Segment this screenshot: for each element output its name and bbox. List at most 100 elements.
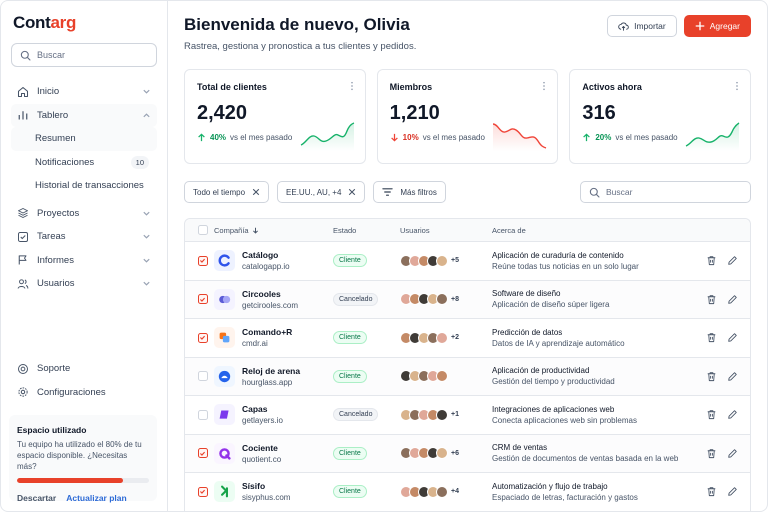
sidebar-item-home[interactable]: Inicio [11, 80, 157, 104]
avatar [436, 485, 448, 498]
sidebar-subitem-history[interactable]: Historial de transacciones [11, 174, 157, 198]
sidebar-item-settings[interactable]: Configuraciones [11, 381, 157, 405]
sidebar-item-label: Soporte [37, 363, 71, 375]
upgrade-plan-link[interactable]: Actualizar plan [66, 493, 126, 503]
close-icon[interactable] [252, 188, 260, 196]
filters-bar: Todo el tiempo EE.UU., AU, +4 Más filtro… [184, 181, 751, 203]
more-filters-button[interactable]: Más filtros [373, 181, 446, 203]
row-checkbox[interactable] [197, 371, 208, 382]
avatar [436, 331, 448, 344]
about-title: Software de diseño [492, 289, 561, 299]
edit-pencil-icon[interactable] [727, 409, 738, 420]
table-search-input[interactable]: Buscar [580, 181, 751, 203]
avatar-group: +5 [400, 254, 492, 267]
chevron-down-icon [143, 258, 150, 263]
more-vertical-icon[interactable] [734, 81, 740, 91]
status-badge: Cancelado [333, 408, 379, 422]
edit-pencil-icon[interactable] [727, 255, 738, 266]
sidebar-subitem-summary[interactable]: Resumen [11, 127, 157, 151]
status-badge: Cliente [333, 254, 367, 268]
life-buoy-icon [18, 363, 28, 374]
row-checkbox[interactable] [197, 332, 208, 343]
app-window: Cont arg Buscar Inicio Tablero Resumen No… [0, 0, 768, 512]
metric-title: Activos ahora [582, 82, 642, 92]
metric-title: Miembros [389, 82, 433, 92]
about-title: Aplicación de productividad [492, 366, 590, 376]
table-row[interactable]: Catálogo catalogapp.io Cliente +5 Aplica… [185, 242, 750, 281]
trash-icon[interactable] [706, 332, 717, 343]
filter-chip-time[interactable]: Todo el tiempo [184, 181, 270, 203]
sidebar-item-label: Inicio [37, 86, 60, 98]
trash-icon[interactable] [706, 255, 717, 266]
row-checkbox[interactable] [197, 255, 208, 266]
sidebar-search-input[interactable]: Buscar [11, 43, 157, 67]
filter-chip-label: Más filtros [400, 187, 437, 197]
table-row[interactable]: Reloj de arena hourglass.app Cliente Apl… [185, 357, 750, 396]
edit-pencil-icon[interactable] [727, 486, 738, 497]
edit-pencil-icon[interactable] [727, 448, 738, 459]
sidebar-item-users[interactable]: Usuarios [11, 272, 157, 296]
company-website: cmdr.ai [242, 339, 268, 349]
sidebar-nav: Inicio Tablero Resumen Notificaciones 10… [11, 80, 157, 296]
company-name: Cociente [242, 442, 278, 453]
select-all-checkbox[interactable] [197, 225, 208, 235]
status-badge: Cliente [333, 369, 367, 383]
sidebar-item-projects[interactable]: Proyectos [11, 202, 157, 226]
close-icon[interactable] [348, 188, 356, 196]
more-vertical-icon[interactable] [541, 81, 547, 91]
sidebar-item-label: Configuraciones [37, 386, 106, 398]
about-subtitle: Aplicación de diseño súper ligera [492, 300, 610, 310]
brand-logo[interactable]: Cont arg [11, 13, 157, 33]
sparkline-up [300, 122, 354, 151]
about-title: CRM de ventas [492, 443, 548, 453]
trash-icon[interactable] [706, 409, 717, 420]
sidebar-item-dashboard[interactable]: Tablero [11, 103, 157, 127]
table-row[interactable]: Cociente quotient.co Cliente +6 CRM de v… [185, 434, 750, 473]
trash-icon[interactable] [706, 294, 717, 305]
metric-card-active-now: Activos ahora 316 20% vs el mes pasado [569, 69, 752, 164]
metric-note: vs el mes pasado [422, 133, 485, 142]
row-checkbox[interactable] [197, 448, 208, 459]
trash-icon[interactable] [706, 371, 717, 382]
company-logo [214, 288, 235, 310]
check-icon [200, 489, 206, 495]
sidebar-subitem-notifications[interactable]: Notificaciones 10 [11, 151, 157, 175]
sidebar-item-tasks[interactable]: Tareas [11, 225, 157, 249]
table-row[interactable]: Circooles getcirooles.com Cancelado +8 S… [185, 280, 750, 319]
edit-pencil-icon[interactable] [727, 371, 738, 382]
metric-card-total-clients: Total de clientes 2,420 40% vs el mes pa… [184, 69, 366, 164]
chevron-up-icon [143, 113, 150, 118]
avatar [436, 254, 448, 267]
company-website: hourglass.app [242, 377, 293, 387]
sidebar-item-support[interactable]: Soporte [11, 357, 157, 381]
edit-pencil-icon[interactable] [727, 332, 738, 343]
bar-chart-icon [18, 111, 28, 120]
table-row[interactable]: Comando+R cmdr.ai Cliente +2 Predicción … [185, 319, 750, 358]
check-icon [200, 451, 206, 456]
row-checkbox[interactable] [197, 486, 208, 497]
about-title: Integraciones de aplicaciones web [492, 404, 615, 414]
about-subtitle: Conecta aplicaciones web sin problemas [492, 415, 637, 425]
sidebar-item-label: Resumen [35, 133, 76, 145]
company-logo [214, 481, 235, 503]
import-button[interactable]: Importar [607, 15, 677, 37]
sort-company-header[interactable]: Compañía [214, 226, 333, 235]
table-row[interactable]: Sísifo sisyphus.com Cliente +4 Automatiz… [185, 473, 750, 511]
more-vertical-icon[interactable] [349, 81, 355, 91]
sidebar-item-reports[interactable]: Informes [11, 249, 157, 273]
table-header: Compañía Estado Usuarios Acerca de [185, 219, 750, 242]
filter-chip-region[interactable]: EE.UU., AU, +4 [277, 181, 366, 203]
check-icon [200, 335, 206, 341]
notifications-count-badge: 10 [130, 155, 149, 169]
row-checkbox[interactable] [197, 294, 208, 305]
trash-icon[interactable] [706, 486, 717, 497]
dismiss-button[interactable]: Descartar [17, 493, 56, 503]
edit-pencil-icon[interactable] [727, 294, 738, 305]
table-row[interactable]: Capas getlayers.io Cancelado +1 Integrac… [185, 396, 750, 435]
company-name: Comando+R [242, 327, 293, 338]
company-logo [214, 404, 235, 426]
add-button[interactable]: Agregar [683, 15, 751, 37]
trash-icon[interactable] [706, 448, 717, 459]
metric-change: 10% [402, 133, 419, 142]
row-checkbox[interactable] [197, 409, 208, 420]
